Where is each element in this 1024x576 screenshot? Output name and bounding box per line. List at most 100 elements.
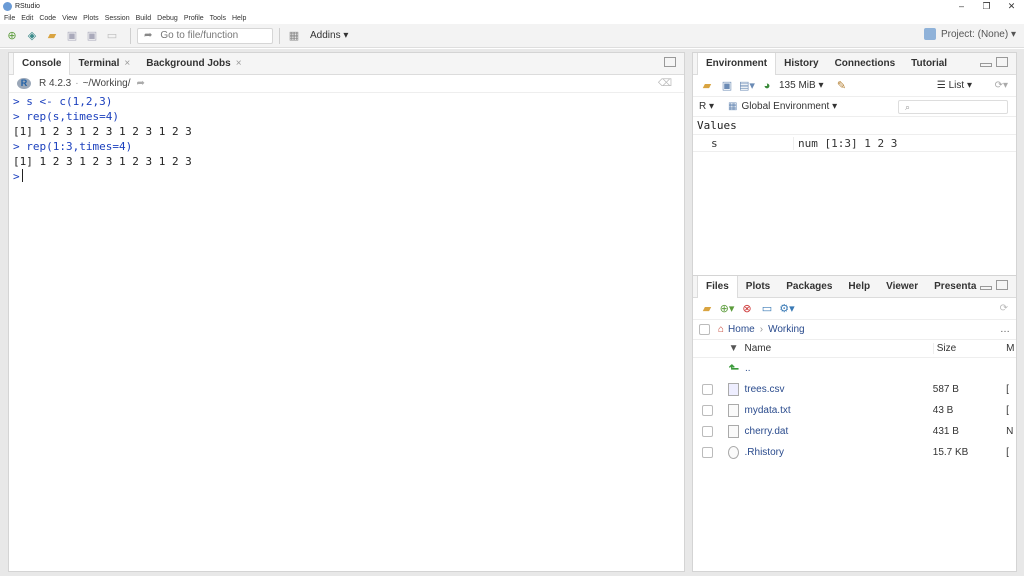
clear-console-icon[interactable]: ⌫ (658, 78, 672, 89)
tab-help[interactable]: Help (840, 276, 878, 298)
breadcrumb-working[interactable]: Working (768, 324, 805, 335)
file-row[interactable]: .Rhistory 15.7 KB [ (693, 442, 1016, 463)
env-row[interactable]: s num [1:3] 1 2 3 (693, 134, 1016, 152)
file-name[interactable]: cherry.dat (745, 426, 933, 437)
scope-select[interactable]: Global Environment ▾ (742, 101, 838, 112)
file-name[interactable]: .. (745, 363, 935, 374)
menu-bar: File Edit Code View Plots Session Build … (0, 12, 1024, 24)
tab-connections[interactable]: Connections (827, 53, 904, 75)
home-icon[interactable]: ⌂ (718, 324, 724, 335)
row-checkbox[interactable] (702, 447, 714, 458)
maximize-pane-icon[interactable] (996, 280, 1008, 290)
environment-tabs: Environment History Connections Tutorial (693, 52, 1016, 75)
more-options-icon[interactable]: … (1000, 324, 1010, 335)
tab-tutorial[interactable]: Tutorial (903, 53, 955, 75)
broom-icon[interactable]: ✎ (834, 78, 850, 94)
menu-build[interactable]: Build (136, 15, 152, 22)
memory-usage[interactable]: 135 MiB (779, 80, 816, 91)
new-blank-file-icon[interactable]: ⊕▾ (719, 301, 735, 317)
menu-profile[interactable]: Profile (184, 15, 204, 22)
file-row[interactable]: cherry.dat 431 B N (693, 421, 1016, 442)
breadcrumb-home[interactable]: Home (728, 324, 755, 335)
scope-label: Global Environment (741, 101, 830, 112)
row-checkbox[interactable] (702, 405, 714, 416)
close-icon[interactable]: ✕ (999, 0, 1024, 12)
save-icon[interactable]: ▣ (64, 28, 80, 44)
environment-search-input[interactable]: ⌕ (898, 99, 1008, 114)
menu-edit[interactable]: Edit (21, 15, 33, 22)
minimize-pane-icon[interactable] (980, 286, 992, 290)
tab-presentation[interactable]: Presenta (926, 276, 984, 298)
close-icon[interactable]: × (124, 58, 130, 69)
minimize-pane-icon[interactable] (980, 63, 992, 67)
column-name[interactable]: Name (745, 343, 933, 354)
tab-history[interactable]: History (776, 53, 826, 75)
menu-plots[interactable]: Plots (83, 15, 99, 22)
parent-dir-row[interactable]: ⬑ .. (693, 358, 1016, 379)
import-dataset-icon[interactable]: ▤▾ (739, 78, 755, 94)
file-row[interactable]: trees.csv 587 B [ (693, 379, 1016, 400)
file-name[interactable]: .Rhistory (745, 447, 933, 458)
menu-code[interactable]: Code (39, 15, 56, 22)
tab-background-jobs[interactable]: Background Jobs × (138, 53, 249, 75)
file-modified: N (1006, 426, 1014, 437)
goto-file-input[interactable]: ➦ Go to file/function (137, 27, 273, 44)
save-all-icon[interactable]: ▣ (84, 28, 100, 44)
print-icon[interactable]: ▭ (104, 28, 120, 44)
new-file-icon[interactable]: ⊕ (4, 28, 20, 44)
column-size[interactable]: Size (932, 343, 1006, 354)
environment-toolbar: ▰ ▣ ▤▾ ◕ 135 MiB ▾ ✎ ☰ List ▾ ⟳▾ (693, 75, 1016, 97)
file-row[interactable]: mydata.txt 43 B [ (693, 400, 1016, 421)
addins-menu[interactable]: Addins ▾ (310, 30, 348, 41)
save-workspace-icon[interactable]: ▣ (719, 78, 735, 94)
view-mode-menu[interactable]: ☰ List ▾ (937, 80, 972, 91)
file-name[interactable]: mydata.txt (745, 405, 933, 416)
menu-view[interactable]: View (62, 15, 77, 22)
file-size: 15.7 KB (932, 447, 969, 458)
column-modified[interactable]: M (1006, 343, 1016, 354)
refresh-icon[interactable]: ⟳ (1000, 303, 1008, 314)
project-menu[interactable]: Project: (None) ▾ (923, 28, 1016, 40)
working-dir: ~/Working/ (82, 78, 131, 89)
menu-help[interactable]: Help (232, 15, 246, 22)
file-name[interactable]: trees.csv (745, 384, 933, 395)
menu-debug[interactable]: Debug (157, 15, 178, 22)
rename-icon[interactable]: ▭ (759, 301, 775, 317)
tab-packages[interactable]: Packages (778, 276, 840, 298)
tab-viewer[interactable]: Viewer (878, 276, 926, 298)
sort-down-icon[interactable]: ▼ (723, 343, 745, 354)
more-gear-icon[interactable]: ⚙▾ (779, 301, 795, 317)
menu-file[interactable]: File (4, 15, 15, 22)
new-project-icon[interactable]: ◈ (24, 28, 40, 44)
restore-icon[interactable]: ❐ (974, 0, 999, 12)
file-size: 431 B (932, 426, 959, 437)
delete-icon[interactable]: ⊗ (739, 301, 755, 317)
console-pane: Console Terminal × Background Jobs × R R 4… (8, 52, 685, 572)
tab-console[interactable]: Console (13, 52, 71, 75)
language-select[interactable]: R ▾ (699, 101, 714, 112)
tab-environment[interactable]: Environment (697, 52, 777, 75)
maximize-pane-icon[interactable] (996, 57, 1008, 67)
prompt-symbol: > (13, 170, 20, 183)
menu-session[interactable]: Session (105, 15, 130, 22)
grid-layout-icon[interactable]: ▦ (286, 28, 302, 44)
minimize-icon[interactable]: – (949, 0, 974, 12)
menu-tools[interactable]: Tools (210, 15, 226, 22)
console-output[interactable]: > s <- c(1,2,3) > rep(s,times=4) [1] 1 2… (9, 93, 684, 185)
chevron-right-icon: › (759, 324, 764, 335)
new-folder-icon[interactable]: ▰ (699, 301, 715, 317)
row-checkbox[interactable] (702, 426, 714, 437)
maximize-pane-icon[interactable] (664, 57, 676, 67)
refresh-icon[interactable]: ⟳▾ (995, 80, 1008, 91)
console-prompt[interactable]: > (13, 169, 680, 184)
select-all-checkbox[interactable] (699, 324, 710, 335)
row-checkbox[interactable] (702, 384, 714, 395)
load-workspace-icon[interactable]: ▰ (699, 78, 715, 94)
tab-terminal[interactable]: Terminal × (70, 53, 138, 75)
tab-plots[interactable]: Plots (738, 276, 778, 298)
open-file-icon[interactable]: ▰ (44, 28, 60, 44)
go-to-dir-icon[interactable]: ➦ (136, 78, 144, 89)
close-icon[interactable]: × (236, 58, 242, 69)
goto-arrow-icon: ➦ (144, 30, 153, 41)
tab-files[interactable]: Files (697, 275, 738, 298)
